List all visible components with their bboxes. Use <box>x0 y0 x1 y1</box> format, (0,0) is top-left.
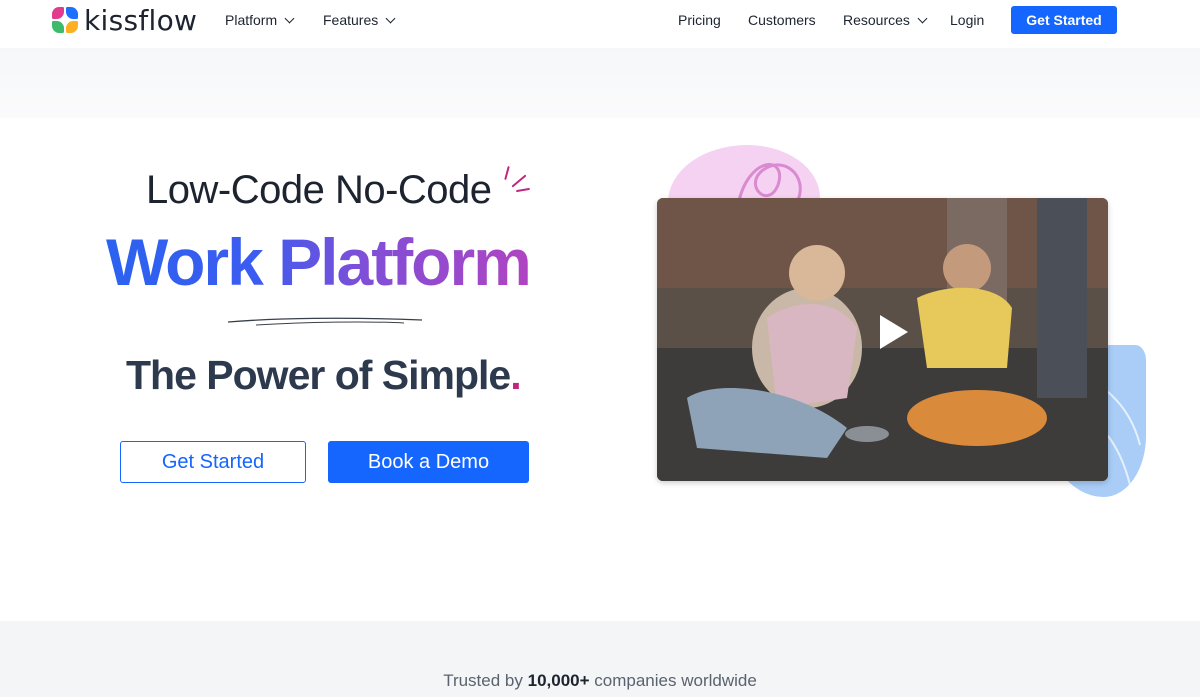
hero-eyebrow: Low-Code No-Code <box>146 168 492 212</box>
get-started-button[interactable]: Get Started <box>120 441 306 483</box>
nav-get-started-button[interactable]: Get Started <box>1011 6 1117 34</box>
chevron-down-icon <box>917 13 928 23</box>
nav-item-customers[interactable]: Customers <box>748 10 816 30</box>
trusted-prefix: Trusted by <box>443 671 523 690</box>
nav-item-platform[interactable]: Platform <box>225 10 295 30</box>
nav-item-label: Resources <box>843 12 910 28</box>
trusted-count: 10,000+ <box>527 671 590 690</box>
kissflow-logo-icon <box>52 7 78 33</box>
nav-item-label: Platform <box>225 12 278 28</box>
underline-scribble <box>227 317 423 326</box>
sparkle-icon <box>515 187 531 193</box>
nav-item-label: Login <box>950 12 985 28</box>
brand-name: kissflow <box>84 3 198 37</box>
nav-item-pricing[interactable]: Pricing <box>678 10 721 30</box>
sparkle-icon <box>504 165 510 181</box>
sparkle-icon <box>511 174 527 188</box>
chevron-down-icon <box>385 13 396 23</box>
top-navigation: kissflow Platform Features Pricing Custo… <box>0 0 1200 48</box>
hero-headline: Work Platform <box>106 225 532 299</box>
kissflow-logo[interactable]: kissflow <box>52 3 198 37</box>
nav-item-resources[interactable]: Resources <box>843 10 928 30</box>
tagline-dot: . <box>510 352 521 398</box>
nav-item-label: Features <box>323 12 379 28</box>
nav-item-login[interactable]: Login <box>950 10 984 30</box>
nav-item-label: Customers <box>748 12 816 28</box>
hero-tagline: The Power of Simple. <box>126 352 522 399</box>
tagline-text: The Power of Simple <box>126 352 511 398</box>
trusted-text: Trusted by 10,000+ companies worldwide <box>0 671 1200 691</box>
faded-header-band <box>0 48 1200 118</box>
chevron-down-icon <box>284 13 295 23</box>
nav-item-features[interactable]: Features <box>323 10 396 30</box>
nav-item-label: Pricing <box>678 12 721 28</box>
play-icon[interactable] <box>880 315 908 349</box>
book-demo-button[interactable]: Book a Demo <box>328 441 529 483</box>
trusted-suffix: companies worldwide <box>594 671 757 690</box>
